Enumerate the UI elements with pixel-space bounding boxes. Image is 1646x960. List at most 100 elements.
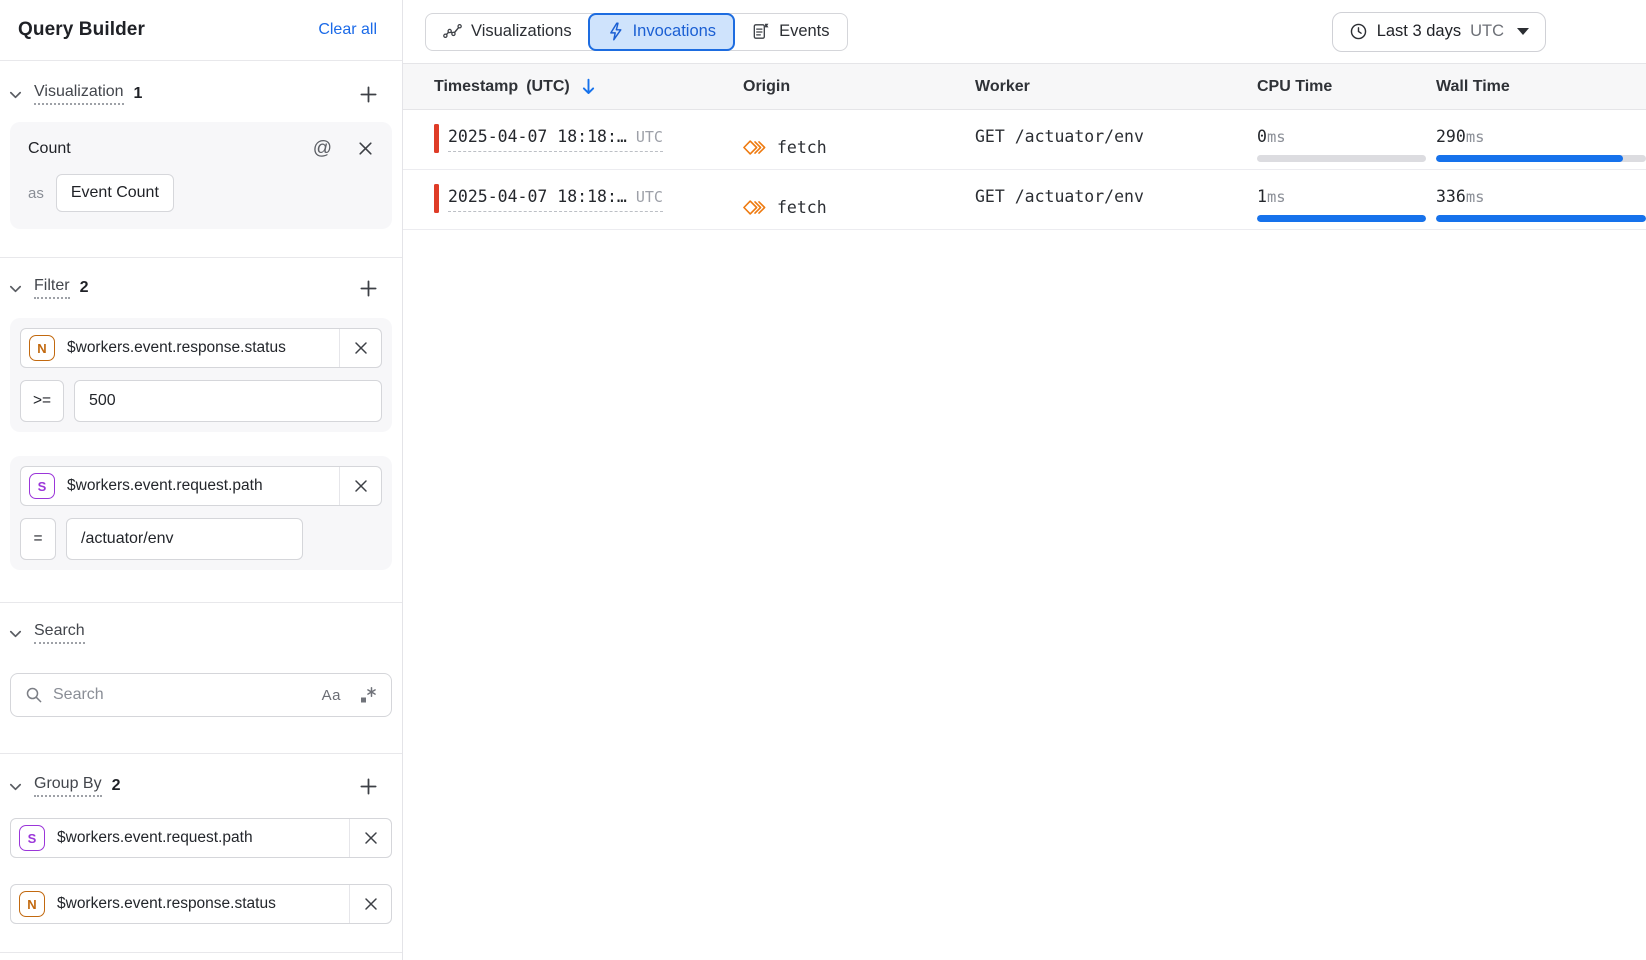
tab-invocations[interactable]: Invocations [588,13,735,51]
app-root: Query Builder Clear all Visualization 1 … [0,0,1646,960]
page-title: Query Builder [18,19,145,41]
filter-value-input[interactable] [74,380,382,422]
string-type-badge: S [19,825,45,851]
visualization-function-label: Count [28,140,71,158]
column-header-timestamp: Timestamp (UTC) [403,77,743,96]
chevron-down-icon[interactable] [8,281,23,296]
search-section-header: Search [0,603,402,647]
time-range-select[interactable]: Last 3 days UTC [1332,12,1546,52]
add-filter-button[interactable] [357,277,380,300]
group-by-field-select[interactable]: N $workers.event.response.status [10,884,392,924]
visualization-count: 1 [134,85,143,103]
tab-events[interactable]: Events [734,14,846,50]
table-row[interactable]: 2025-04-07 18:18:… UTC fetch GET /actuat… [403,170,1646,230]
tab-label: Events [779,22,829,41]
time-range-label: Last 3 days [1377,22,1461,41]
group-by-field-select[interactable]: S $workers.event.request.path [10,818,392,858]
section-divider [0,952,402,953]
group-by-section-header: Group By 2 [0,754,402,800]
filter-field-name: $workers.event.request.path [67,477,339,495]
filter-field-select[interactable]: N $workers.event.response.status [20,328,382,368]
filter-card: S $workers.event.request.path = [10,456,392,570]
visualization-section-header: Visualization 1 [0,61,402,108]
tab-label: Visualizations [471,22,572,41]
time-range-timezone: UTC [1470,22,1504,41]
column-header-worker: Worker [975,78,1245,96]
tab-visualizations[interactable]: Visualizations [426,14,589,50]
chevron-down-icon[interactable] [8,626,23,641]
timestamp-cell: 2025-04-07 18:18:… UTC [403,187,743,229]
sparkline-icon [443,22,462,41]
string-type-badge: S [29,473,55,499]
lightning-icon [607,22,624,41]
filter-section-header: Filter 2 [0,258,402,302]
timestamp-link[interactable]: 2025-04-07 18:18:… UTC [448,127,663,152]
group-by-section-label: Group By [34,775,102,797]
results-panel: Visualizations Invocations Events [403,0,1646,960]
magnifier-icon [25,686,43,704]
view-tab-group: Visualizations Invocations Events [425,13,848,51]
filter-field-select[interactable]: S $workers.event.request.path [20,466,382,506]
group-by-field-name: $workers.event.response.status [57,895,349,913]
origin-cell: fetch [743,126,975,169]
worker-cell: GET /actuator/env [975,127,1245,169]
column-header-cpu-time: CPU Time [1245,78,1426,96]
visualization-alias-field[interactable]: Event Count [56,174,174,212]
results-topbar: Visualizations Invocations Events [403,0,1646,63]
chevron-down-icon[interactable] [8,779,23,794]
caret-down-icon [1517,28,1529,35]
filter-operator-select[interactable]: = [20,518,56,560]
wall-time-cell: 290ms [1426,127,1646,169]
remove-group-by-button[interactable] [349,819,391,857]
number-type-badge: N [29,335,55,361]
table-row[interactable]: 2025-04-07 18:18:… UTC fetch GET /actuat… [403,110,1646,170]
fetch-diamond-icon [743,197,767,218]
regex-icon[interactable] [359,686,377,704]
wall-time-bar [1436,215,1646,222]
document-flag-icon [751,22,770,41]
wall-time-cell: 336ms [1426,187,1646,229]
remove-visualization-button[interactable] [357,140,374,157]
sidebar-header: Query Builder Clear all [0,0,402,61]
column-header-wall-time: Wall Time [1426,78,1646,96]
remove-filter-button[interactable] [339,329,381,367]
remove-filter-button[interactable] [339,467,381,505]
search-input[interactable] [53,686,322,704]
fetch-diamond-icon [743,137,767,158]
cpu-time-cell: 1ms [1245,187,1426,229]
filter-card: N $workers.event.response.status >= [10,318,392,432]
filter-value-input[interactable] [66,518,303,560]
add-visualization-button[interactable] [357,83,380,106]
as-label: as [28,185,44,202]
filter-section-label: Filter [34,277,70,299]
origin-cell: fetch [743,186,975,229]
worker-cell: GET /actuator/env [975,187,1245,229]
cpu-time-bar [1257,155,1426,162]
number-type-badge: N [19,891,45,917]
visualization-card: Count @ as Event Count [10,122,392,229]
query-builder-sidebar: Query Builder Clear all Visualization 1 … [0,0,403,960]
timestamp-link[interactable]: 2025-04-07 18:18:… UTC [448,187,663,212]
clear-all-link[interactable]: Clear all [318,21,377,39]
match-case-icon[interactable]: Aa [322,687,341,704]
timezone-label: UTC [636,188,663,206]
group-by-count: 2 [112,777,121,795]
at-mention-icon[interactable]: @ [313,139,332,158]
invocations-table-header: Timestamp (UTC) Origin Worker CPU Time W… [403,63,1646,110]
cpu-time-cell: 0ms [1245,127,1426,169]
clock-icon [1349,22,1368,41]
remove-group-by-button[interactable] [349,885,391,923]
cpu-time-bar [1257,215,1426,222]
tab-label: Invocations [633,22,716,41]
search-box: Aa [10,673,392,717]
filter-count: 2 [80,279,89,297]
timestamp-cell: 2025-04-07 18:18:… UTC [403,127,743,169]
wall-time-bar [1436,155,1646,162]
group-by-field-name: $workers.event.request.path [57,829,349,847]
column-header-origin: Origin [743,78,975,96]
chevron-down-icon[interactable] [8,87,23,102]
filter-operator-select[interactable]: >= [20,380,64,422]
add-group-by-button[interactable] [357,775,380,798]
filter-field-name: $workers.event.response.status [67,339,339,357]
sort-desc-icon[interactable] [580,77,597,96]
